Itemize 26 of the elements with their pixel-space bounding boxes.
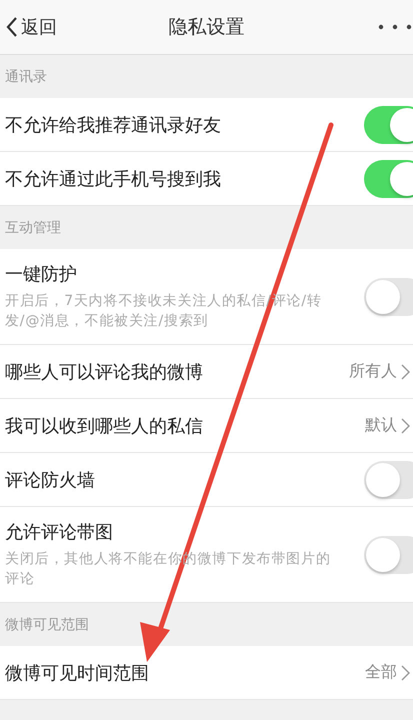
setting-label: 允许评论带图 bbox=[5, 521, 114, 544]
chevron-right-icon bbox=[401, 664, 410, 680]
setting-label: 评论防火墙 bbox=[5, 468, 96, 492]
setting-label: 不允许给我推荐通讯录好友 bbox=[5, 114, 222, 136]
toggle-switch[interactable] bbox=[364, 536, 413, 574]
setting-label: 哪些人可以评论我的微博 bbox=[5, 360, 204, 384]
setting-label: 我可以收到哪些人的私信 bbox=[5, 414, 204, 438]
toggle-switch[interactable] bbox=[364, 460, 413, 498]
toggle-switch[interactable] bbox=[364, 106, 413, 144]
section-title: 通讯录 bbox=[5, 68, 47, 86]
setting-value: 所有人 bbox=[349, 361, 397, 382]
setting-value: 默认 bbox=[365, 415, 397, 436]
more-icon[interactable] bbox=[377, 23, 413, 31]
toggle-switch[interactable] bbox=[364, 278, 413, 316]
back-icon bbox=[6, 16, 18, 38]
setting-label: 微博可见时间范围 bbox=[5, 662, 150, 684]
setting-label: 不允许通过此手机号搜到我 bbox=[5, 168, 222, 190]
chevron-right-icon bbox=[401, 418, 410, 434]
page-title: 隐私设置 bbox=[168, 15, 246, 40]
section-title: 微博可见范围 bbox=[5, 616, 89, 634]
section-title: 互动管理 bbox=[5, 218, 61, 236]
setting-value: 全部 bbox=[365, 662, 397, 683]
toggle-switch[interactable] bbox=[364, 160, 413, 198]
chevron-right-icon bbox=[401, 364, 410, 380]
setting-label: 一键防护 bbox=[5, 263, 78, 286]
back-button[interactable]: 返回 bbox=[0, 15, 57, 39]
